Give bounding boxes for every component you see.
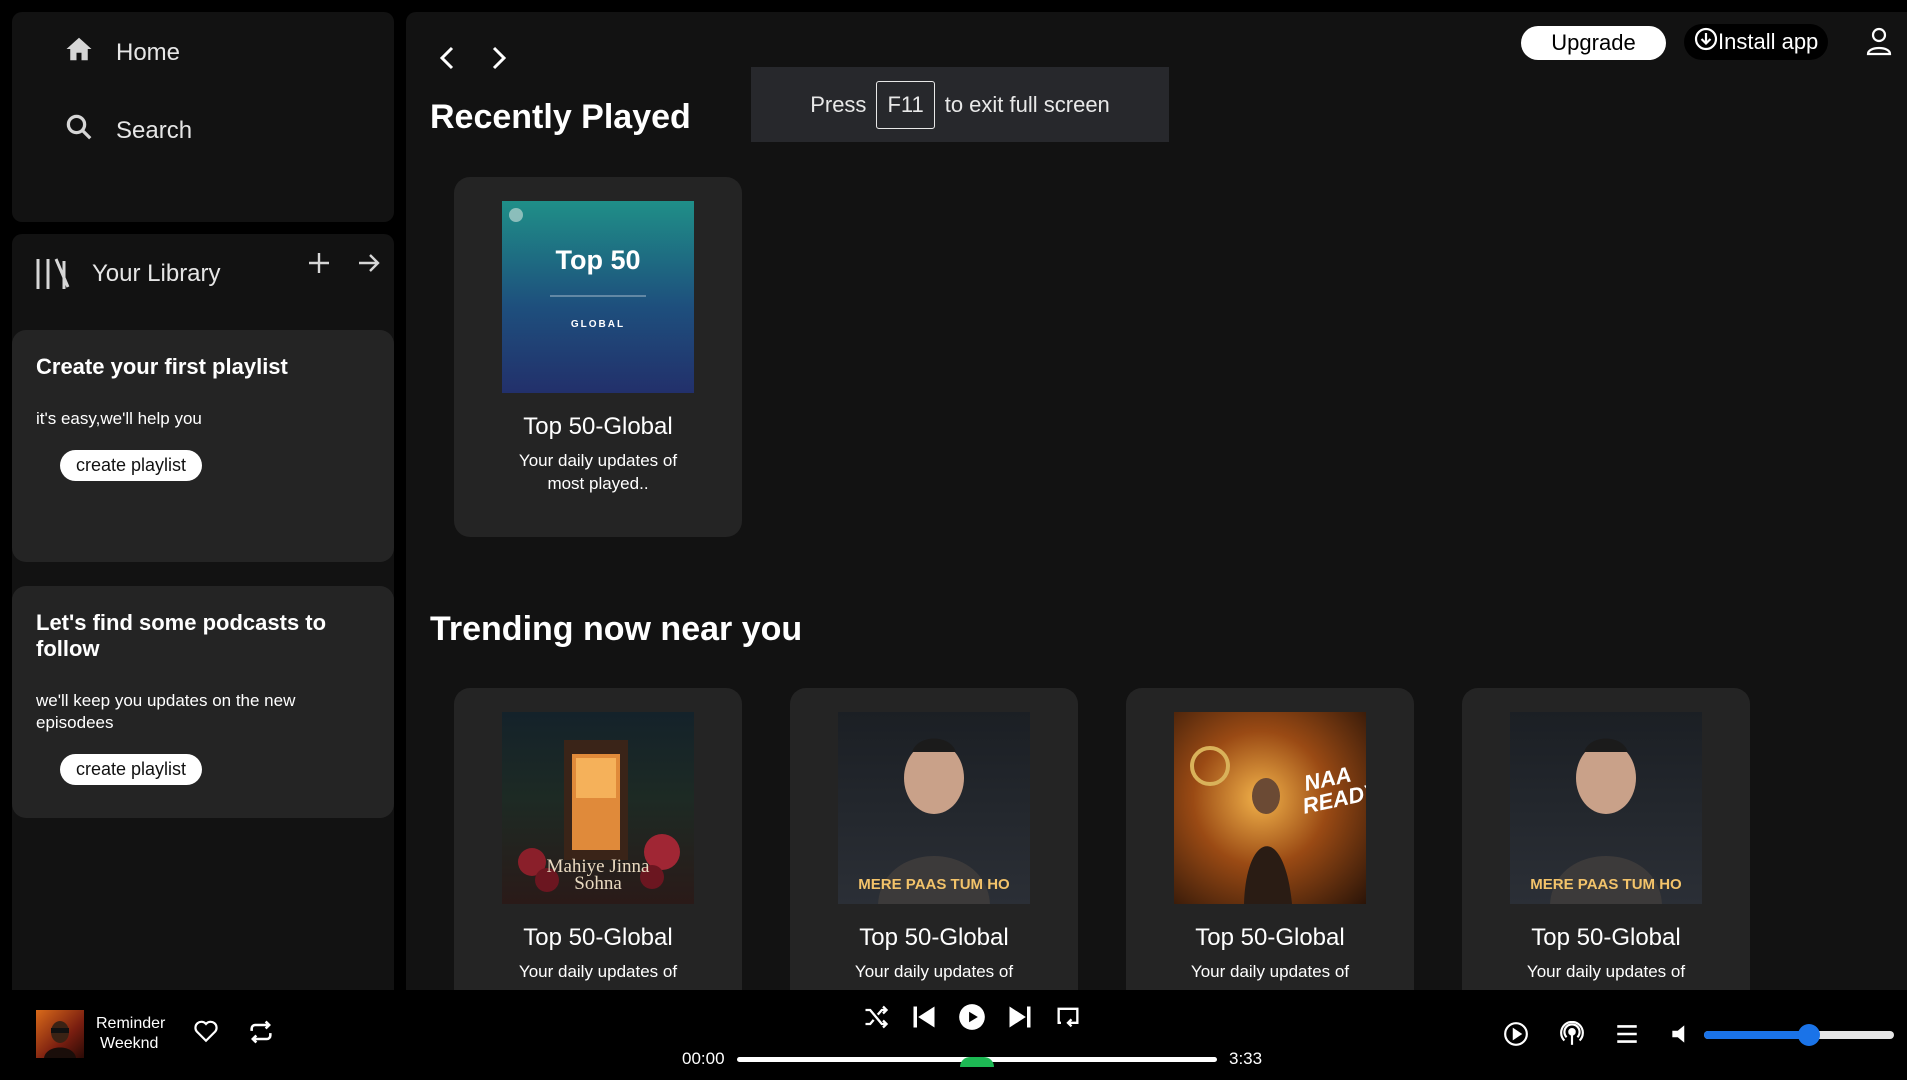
album-title: Top 50-Global xyxy=(859,924,1009,951)
trending-title: Trending now near you xyxy=(430,610,803,648)
album-cover: Mahiye Jinna Sohna xyxy=(502,712,694,904)
forward-button[interactable] xyxy=(480,40,516,76)
toast-key: F11 xyxy=(876,80,935,129)
fullscreen-toast: Press F11 to exit full screen xyxy=(751,67,1169,142)
upgrade-button[interactable]: Upgrade xyxy=(1521,26,1666,60)
album-cover: MERE PAAS TUM HO xyxy=(1510,712,1702,904)
album-title: Top 50-Global xyxy=(523,413,673,440)
trending-card[interactable]: NAA READY Top 50-Global Your daily updat… xyxy=(1126,688,1414,990)
sidebar-nav: Home Search xyxy=(12,12,394,222)
skip-back-icon[interactable] xyxy=(910,1003,938,1031)
volume-icon[interactable] xyxy=(1668,1021,1694,1047)
card-text: we'll keep you updates on the new episod… xyxy=(36,691,296,732)
trending-card[interactable]: MERE PAAS TUM HO Top 50-Global Your dail… xyxy=(790,688,1078,990)
search-icon xyxy=(64,112,94,149)
queue-icon[interactable] xyxy=(1614,1021,1640,1047)
album-description: Your daily updates of most played.. xyxy=(518,451,678,493)
install-app-button[interactable]: Install app xyxy=(1684,24,1829,60)
library-actions xyxy=(304,248,384,283)
library-title: Your Library xyxy=(92,260,221,287)
volume-fill xyxy=(1704,1031,1809,1039)
cover-title: Top 50 xyxy=(555,245,641,275)
album-cover: MERE PAAS TUM HO xyxy=(838,712,1030,904)
home-icon xyxy=(64,34,94,71)
plus-icon[interactable] xyxy=(304,248,334,283)
progress-thumb[interactable] xyxy=(960,1057,994,1067)
install-app-label: Install app xyxy=(1718,29,1819,54)
download-icon xyxy=(1694,27,1718,57)
loop-icon[interactable] xyxy=(1054,1003,1082,1031)
main-content: Upgrade Install app Recently Played Top … xyxy=(406,12,1907,990)
nav-home-label: Home xyxy=(116,38,181,66)
library-icon[interactable] xyxy=(34,255,72,293)
cover-subtitle: GLOBAL xyxy=(570,319,626,330)
nav-search[interactable]: Search xyxy=(64,112,192,149)
nav-home[interactable]: Home xyxy=(64,34,180,71)
podcasts-card: Let's find some podcasts to follow we'll… xyxy=(12,586,394,818)
album-description: Your daily updates of xyxy=(1526,962,1686,981)
top50-cover: Top 50 GLOBAL xyxy=(502,201,694,393)
repeat-icon[interactable] xyxy=(247,1018,275,1046)
recently-played-card[interactable]: Top 50 GLOBAL Top 50-Global Your daily u… xyxy=(454,177,742,537)
now-playing-view-icon[interactable] xyxy=(1503,1021,1529,1047)
album-description: Your daily updates of xyxy=(1190,962,1350,981)
album-cover: NAA READY xyxy=(1174,712,1366,904)
recently-played-title: Recently Played xyxy=(430,98,691,136)
toast-text-before: Press xyxy=(810,91,867,117)
user-icon[interactable] xyxy=(1862,24,1896,58)
album-title: Top 50-Global xyxy=(1531,924,1681,951)
create-playlist-button[interactable]: create playlist xyxy=(60,450,203,481)
time-total: 3:33 xyxy=(1229,1049,1263,1068)
album-title: Top 50-Global xyxy=(1195,924,1345,951)
cover-text: Mahiye Jinna Sohna xyxy=(546,856,650,894)
time-current: 00:00 xyxy=(682,1049,725,1068)
library-panel: Your Library Create your first playlist … xyxy=(12,234,394,990)
arrow-right-icon[interactable] xyxy=(354,248,384,283)
shuffle-icon[interactable] xyxy=(862,1003,890,1031)
card-text: it's easy,we'll help you xyxy=(36,409,202,428)
skip-forward-icon[interactable] xyxy=(1006,1003,1034,1031)
trending-card[interactable]: Mahiye Jinna Sohna Top 50-Global Your da… xyxy=(454,688,742,990)
heart-icon[interactable] xyxy=(193,1018,219,1044)
app-root: Home Search Your Library Create your fir… xyxy=(0,0,1907,1080)
album-description: Your daily updates of xyxy=(518,962,678,981)
chevron-right-icon xyxy=(480,46,516,80)
now-playing-title: Reminder xyxy=(96,1015,166,1032)
now-playing-art xyxy=(36,1010,84,1058)
toast-text-after: to exit full screen xyxy=(944,91,1110,117)
nav-search-label: Search xyxy=(116,116,193,144)
create-playlist-card: Create your first playlist it's easy,we'… xyxy=(12,330,394,562)
create-playlist-button[interactable]: create playlist xyxy=(60,754,203,785)
play-button[interactable] xyxy=(958,1003,986,1031)
trending-card[interactable]: MERE PAAS TUM HO Top 50-Global Your dail… xyxy=(1462,688,1750,990)
card-title: Create your first playlist xyxy=(36,354,288,379)
podcast-icon[interactable] xyxy=(1559,1020,1585,1047)
cover-text: MERE PAAS TUM HO xyxy=(858,876,1010,893)
chevron-left-icon xyxy=(430,46,466,80)
cover-text: MERE PAAS TUM HO xyxy=(1530,876,1682,893)
album-title: Top 50-Global xyxy=(523,924,673,951)
card-title: Let's find some podcasts to follow xyxy=(36,610,327,661)
album-description: Your daily updates of xyxy=(854,962,1014,981)
now-playing-artist: Weeknd xyxy=(100,1035,159,1052)
volume-thumb[interactable] xyxy=(1797,1024,1820,1046)
back-button[interactable] xyxy=(430,40,466,76)
